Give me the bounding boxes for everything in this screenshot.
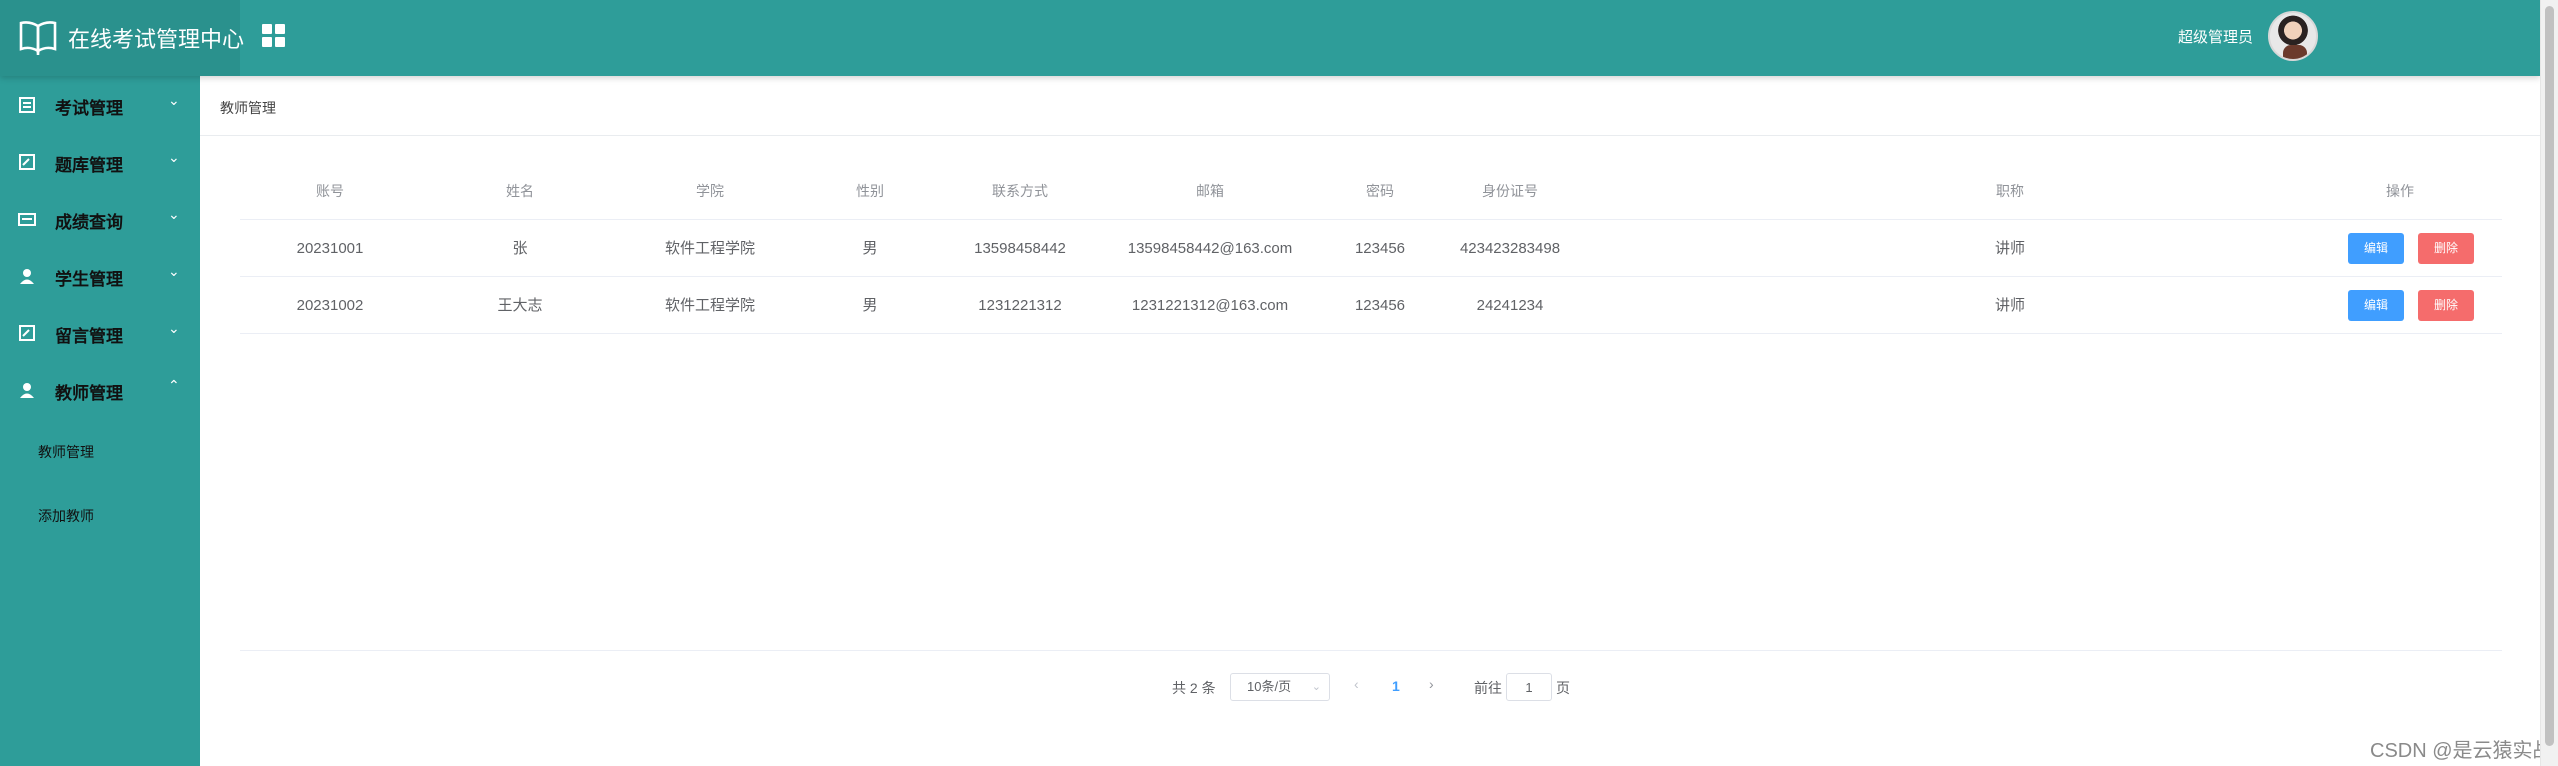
- card-icon: [18, 213, 36, 226]
- submenu-item-teacher-list[interactable]: 教师管理: [0, 418, 200, 482]
- cell-password: 123456: [1354, 297, 1406, 314]
- brand: 在线考试管理中心: [0, 0, 244, 76]
- cell-account: 20231001: [296, 240, 364, 257]
- delete-button[interactable]: 删除: [2418, 233, 2474, 264]
- watermark: CSDN @是云猿实战: [2370, 740, 2553, 762]
- goto-page-input[interactable]: [1506, 673, 1552, 701]
- column-header: 职称: [1996, 183, 2024, 199]
- chevron-down-icon: ⌄: [168, 149, 180, 165]
- cell-gender: 男: [862, 240, 878, 257]
- sidebar-item-label: 留言管理: [55, 327, 123, 346]
- sidebar-item-label: 教师管理: [55, 384, 123, 403]
- submenu-item-label: 添加教师: [38, 508, 94, 524]
- book-open-icon: [19, 21, 57, 55]
- submenu-item-label: 教师管理: [38, 444, 94, 460]
- page-number[interactable]: 1: [1392, 678, 1400, 694]
- sidebar: 考试管理 ⌄ 题库管理 ⌄ 成绩查询 ⌄ 学生管理 ⌄ 留言管理 ⌄ 教师管理 …: [0, 76, 200, 766]
- cell-title: 讲师: [1994, 297, 2025, 314]
- page-size-value: 10条/页: [1247, 679, 1292, 694]
- user-icon: [20, 269, 34, 284]
- cell-account: 20231002: [296, 297, 364, 314]
- table-row: 20231001 张 软件工程学院 男 13598458442 13598458…: [240, 220, 2502, 277]
- cell-title: 讲师: [1994, 240, 2025, 257]
- table-row: 20231002 王大志 软件工程学院 男 1231221312 1231221…: [240, 277, 2502, 334]
- scrollbar[interactable]: [2540, 0, 2558, 766]
- cell-id-number: 24241234: [1476, 297, 1544, 314]
- goto-label: 前往: [1474, 680, 1502, 696]
- total-count: 共 2 条: [1172, 680, 1216, 696]
- edit-button[interactable]: 编辑: [2348, 290, 2404, 321]
- cell-email: 13598458442@163.com: [1127, 240, 1293, 257]
- table-header-row: 账号 姓名 学院 性别 联系方式 邮箱 密码 身份证号 职称 操作: [240, 163, 2502, 220]
- teacher-table: 账号 姓名 学院 性别 联系方式 邮箱 密码 身份证号 职称 操作 202310…: [240, 163, 2502, 334]
- cell-college: 软件工程学院: [664, 297, 755, 314]
- submenu-item-add-teacher[interactable]: 添加教师: [0, 482, 200, 546]
- sidebar-item-label: 学生管理: [55, 270, 123, 289]
- sidebar-item-label: 题库管理: [55, 156, 123, 175]
- chevron-up-icon: ⌃: [168, 377, 180, 393]
- cell-college: 软件工程学院: [664, 240, 755, 257]
- grid-icon[interactable]: [262, 24, 286, 48]
- chevron-down-icon: ⌄: [1311, 681, 1321, 693]
- column-header: 身份证号: [1482, 183, 1538, 199]
- sidebar-item-label: 考试管理: [55, 99, 123, 118]
- column-header: 性别: [856, 183, 884, 199]
- cell-phone: 1231221312: [978, 297, 1062, 314]
- breadcrumb: 教师管理: [200, 76, 2540, 136]
- cell-password: 123456: [1354, 240, 1406, 257]
- cell-name: 张: [512, 240, 528, 257]
- cell-email: 1231221312@163.com: [1131, 297, 1289, 314]
- chevron-down-icon: ⌄: [168, 92, 180, 108]
- cell-id-number: 423423283498: [1459, 240, 1561, 257]
- app-title: 在线考试管理中心: [68, 27, 245, 52]
- column-header: 邮箱: [1196, 183, 1224, 199]
- divider: [240, 650, 2502, 651]
- page-unit-label: 页: [1556, 680, 1570, 696]
- next-page-icon[interactable]: ›: [1429, 676, 1434, 692]
- avatar[interactable]: [2268, 11, 2318, 61]
- prev-page-icon[interactable]: ‹: [1354, 676, 1359, 692]
- sidebar-item-scores[interactable]: 成绩查询 ⌄: [0, 190, 200, 247]
- cell-phone: 13598458442: [974, 240, 1066, 257]
- chevron-down-icon: ⌄: [168, 320, 180, 336]
- breadcrumb-item: 教师管理: [220, 100, 276, 116]
- list-icon: [19, 97, 35, 113]
- edit-button[interactable]: 编辑: [2348, 233, 2404, 264]
- column-header: 账号: [316, 183, 344, 199]
- sidebar-item-question-bank[interactable]: 题库管理 ⌄: [0, 133, 200, 190]
- user-name[interactable]: 超级管理员: [2178, 26, 2253, 47]
- cell-gender: 男: [862, 297, 878, 314]
- sidebar-item-exam[interactable]: 考试管理 ⌄: [0, 76, 200, 133]
- delete-button[interactable]: 删除: [2418, 290, 2474, 321]
- sidebar-item-teachers[interactable]: 教师管理 ⌃: [0, 361, 200, 418]
- page-size-select[interactable]: 10条/页 ⌄: [1230, 673, 1330, 701]
- sidebar-item-students[interactable]: 学生管理 ⌄: [0, 247, 200, 304]
- chevron-down-icon: ⌄: [168, 206, 180, 222]
- cell-name: 王大志: [497, 297, 543, 314]
- user-icon: [20, 383, 34, 398]
- sidebar-item-label: 成绩查询: [55, 213, 123, 232]
- column-header: 学院: [696, 183, 724, 199]
- edit-doc-icon: [19, 154, 35, 170]
- column-header: 联系方式: [992, 183, 1048, 199]
- column-header: 操作: [2386, 183, 2414, 199]
- column-header: 密码: [1366, 183, 1394, 199]
- top-header: 在线考试管理中心 超级管理员: [0, 0, 2540, 76]
- sidebar-item-messages[interactable]: 留言管理 ⌄: [0, 304, 200, 361]
- chevron-down-icon: ⌄: [168, 263, 180, 279]
- message-icon: [19, 325, 35, 341]
- column-header: 姓名: [506, 183, 534, 199]
